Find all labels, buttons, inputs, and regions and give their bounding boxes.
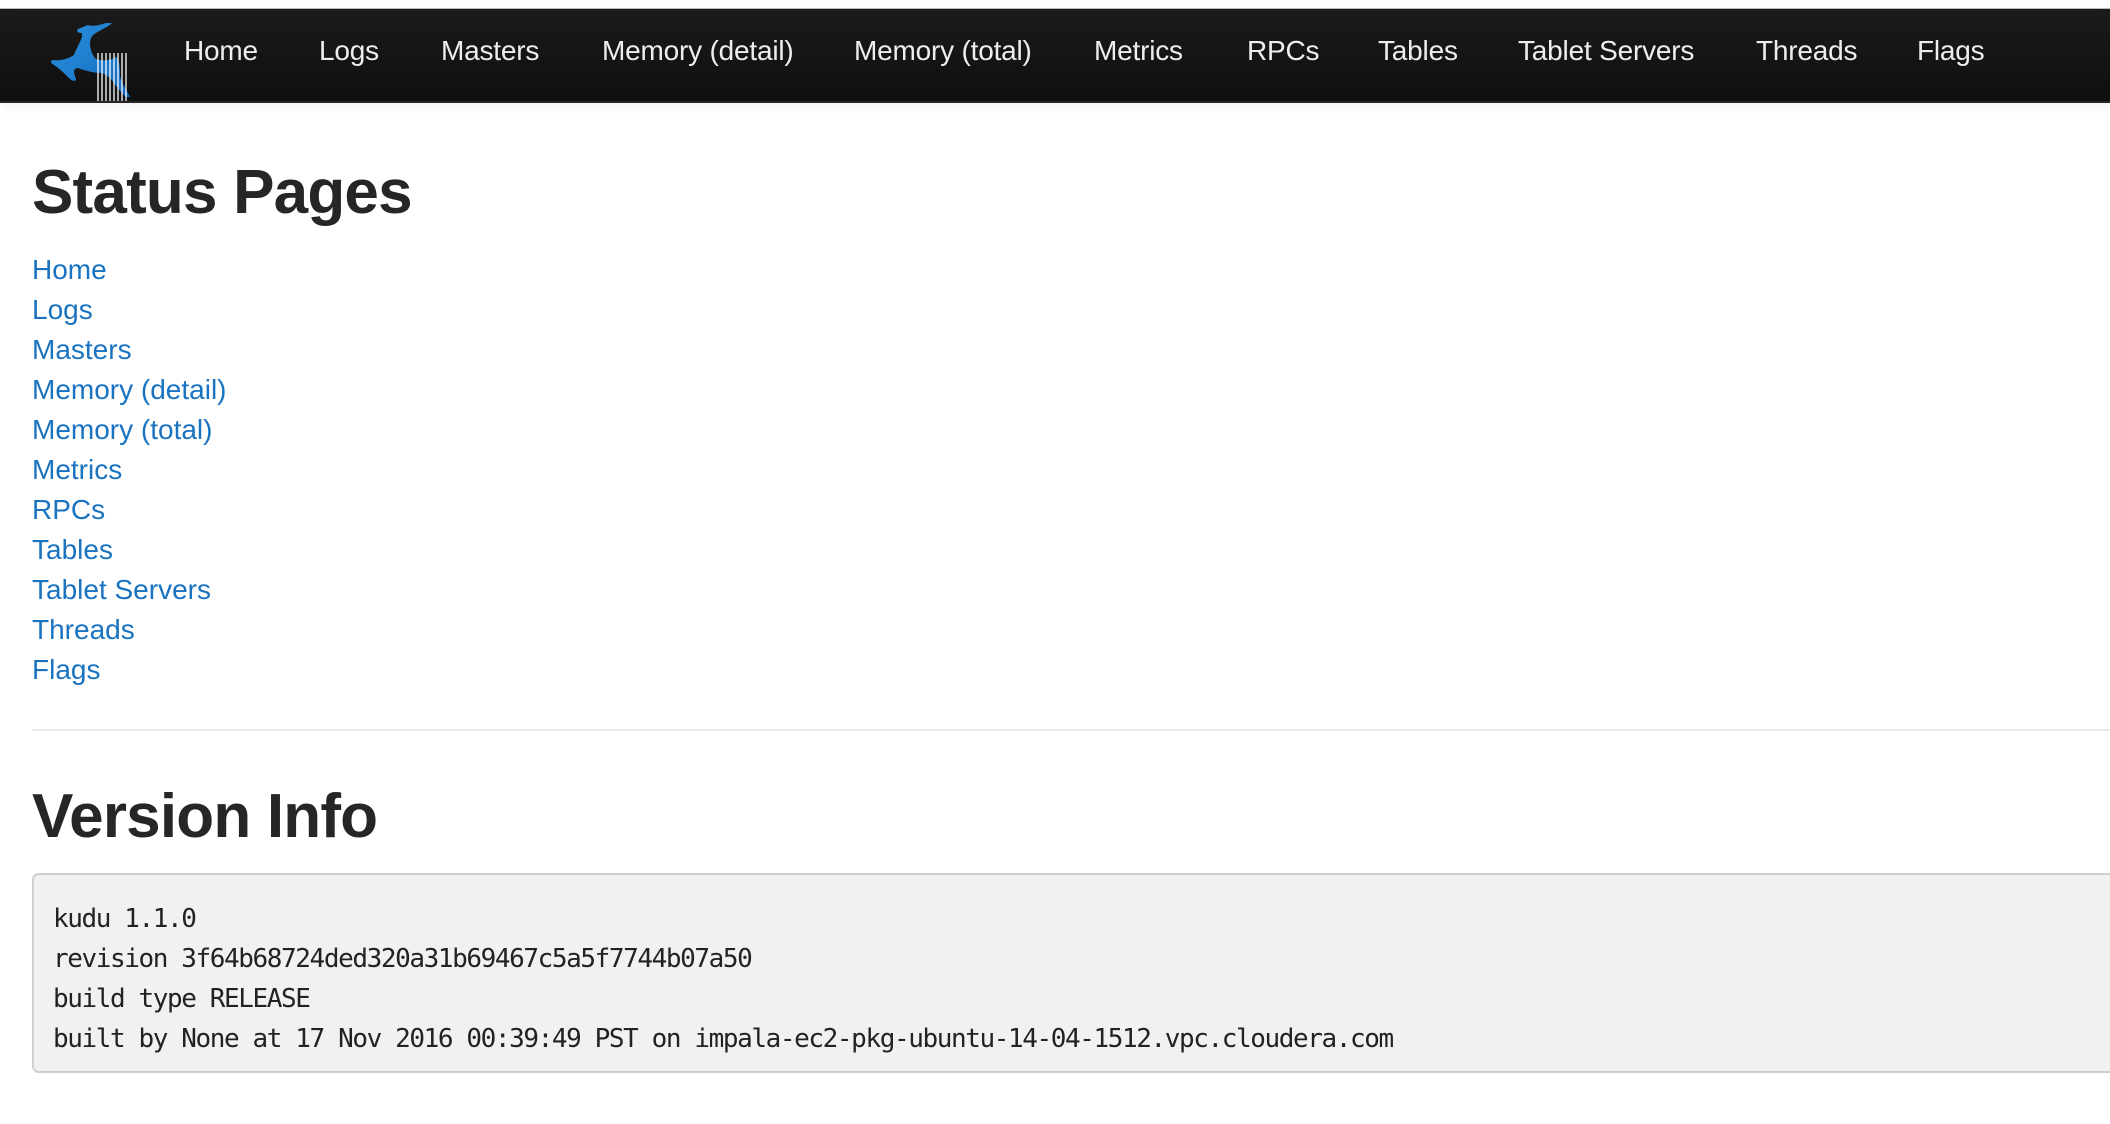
version-info-block: kudu 1.1.0 revision 3f64b68724ded320a31b… <box>32 873 2110 1073</box>
link-tables[interactable]: Tables <box>32 530 226 570</box>
link-home[interactable]: Home <box>32 250 226 290</box>
revision-line: revision 3f64b68724ded320a31b69467c5a5f7… <box>53 944 753 974</box>
link-memory-total[interactable]: Memory (total) <box>32 410 226 450</box>
status-pages-link-list: Home Logs Masters Memory (detail) Memory… <box>32 250 226 690</box>
status-pages-heading: Status Pages <box>32 158 413 227</box>
nav-home[interactable]: Home <box>184 9 258 101</box>
nav-rpcs[interactable]: RPCs <box>1247 9 1320 101</box>
nav-threads[interactable]: Threads <box>1756 9 1858 101</box>
link-logs[interactable]: Logs <box>32 290 226 330</box>
link-masters[interactable]: Masters <box>32 330 226 370</box>
kudu-logo-link[interactable] <box>30 13 155 101</box>
link-tablet-servers[interactable]: Tablet Servers <box>32 570 226 610</box>
version-line: kudu 1.1.0 <box>53 904 197 934</box>
nav-logs[interactable]: Logs <box>319 9 379 101</box>
nav-memory-detail[interactable]: Memory (detail) <box>602 9 794 101</box>
kudu-antelope-logo-icon <box>51 23 130 101</box>
link-memory-detail[interactable]: Memory (detail) <box>32 370 226 410</box>
built-by-line: built by None at 17 Nov 2016 00:39:49 PS… <box>53 1024 1394 1054</box>
link-threads[interactable]: Threads <box>32 610 226 650</box>
top-navbar: Home Logs Masters Memory (detail) Memory… <box>0 9 2110 103</box>
nav-tablet-servers[interactable]: Tablet Servers <box>1518 9 1694 101</box>
nav-masters[interactable]: Masters <box>441 9 539 101</box>
link-flags[interactable]: Flags <box>32 650 226 690</box>
build-type-line: build type RELEASE <box>53 984 311 1014</box>
section-divider <box>32 729 2110 731</box>
nav-flags[interactable]: Flags <box>1917 9 1985 101</box>
nav-metrics[interactable]: Metrics <box>1094 9 1183 101</box>
link-rpcs[interactable]: RPCs <box>32 490 226 530</box>
nav-tables[interactable]: Tables <box>1378 9 1458 101</box>
nav-memory-total[interactable]: Memory (total) <box>854 9 1032 101</box>
link-metrics[interactable]: Metrics <box>32 450 226 490</box>
version-info-heading: Version Info <box>32 782 378 851</box>
